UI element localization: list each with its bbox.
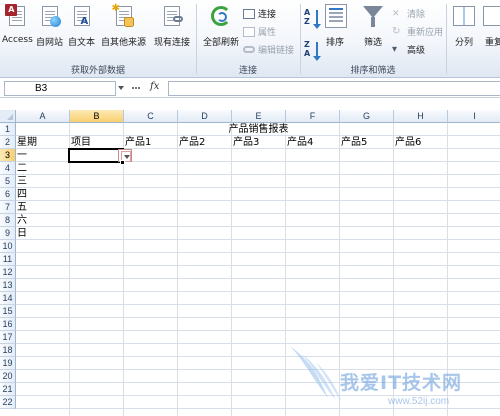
- name-box[interactable]: B3: [4, 81, 116, 96]
- report-title[interactable]: 产品销售报表: [16, 123, 500, 136]
- from-other-sources-button[interactable]: ✱ 自其他来源: [101, 3, 146, 48]
- row-header-17[interactable]: 17: [0, 331, 16, 344]
- reapply-icon: ↻: [392, 25, 401, 37]
- weekday-cell[interactable]: 五: [16, 201, 70, 214]
- row-header-14[interactable]: 14: [0, 292, 16, 305]
- row-header-11[interactable]: 11: [0, 253, 16, 266]
- refresh-icon: [209, 4, 233, 30]
- cell-area[interactable]: 产品销售报表 星期 项目 产品1 产品2 产品3 产品4 产品5 产品6 一二三四五六日: [16, 123, 500, 416]
- row-header-4[interactable]: 4: [0, 162, 16, 175]
- row-header-2[interactable]: 2: [0, 136, 16, 149]
- column-header-a[interactable]: A: [16, 110, 70, 123]
- properties-button[interactable]: 属性: [243, 25, 276, 38]
- column-header-h[interactable]: H: [394, 110, 448, 123]
- worksheet-grid: ABCDEFGHI 1 2 3 4 5 6 7 8 9 10 11 12 13 14 15 16 17 18 19 2…: [0, 110, 500, 416]
- column-header-g[interactable]: G: [340, 110, 394, 123]
- row-header-9[interactable]: 9: [0, 227, 16, 240]
- row-header-16[interactable]: 16: [0, 318, 16, 331]
- column-header-d[interactable]: D: [178, 110, 232, 123]
- group-separator: [446, 4, 447, 74]
- sort-az-icon: AZ: [302, 8, 322, 30]
- sort-za-icon: ZA: [302, 40, 322, 61]
- group-label-connections: 连接: [238, 66, 257, 76]
- sort-descending-button[interactable]: ZA: [302, 40, 322, 61]
- weekday-cell[interactable]: 二: [16, 162, 70, 175]
- refresh-all-button[interactable]: 全部刷新: [203, 4, 239, 48]
- active-cell-b3[interactable]: [68, 148, 124, 163]
- clear-filter-button[interactable]: ✕ 清除: [392, 7, 425, 21]
- filter-button[interactable]: 筛选: [361, 4, 385, 48]
- from-access-button[interactable]: A Access: [2, 4, 33, 45]
- sort-ascending-button[interactable]: AZ: [302, 8, 322, 30]
- row-header-15[interactable]: 15: [0, 305, 16, 318]
- row-header-10[interactable]: 10: [0, 240, 16, 253]
- column-header-i[interactable]: I: [448, 110, 500, 123]
- clear-filter-icon: ✕: [392, 8, 400, 19]
- group-label-get-external-data: 获取外部数据: [70, 66, 125, 76]
- name-box-dropdown-icon[interactable]: [118, 86, 124, 93]
- access-icon: A: [5, 4, 29, 30]
- column-header-e[interactable]: E: [232, 110, 286, 123]
- sort-icon: [323, 4, 347, 30]
- formula-bar-resize-handle[interactable]: [132, 87, 140, 89]
- column-header-b[interactable]: B: [70, 110, 124, 123]
- weekday-cell[interactable]: 一: [16, 149, 70, 162]
- text-file-icon: A: [70, 4, 94, 30]
- formula-input[interactable]: [168, 81, 500, 96]
- header-cell[interactable]: 星期: [16, 136, 70, 149]
- advanced-filter-icon: ▾: [392, 43, 398, 55]
- weekday-cell[interactable]: 日: [16, 227, 70, 240]
- weekday-cell[interactable]: 六: [16, 214, 70, 227]
- group-label-sort-filter: 排序和筛选: [350, 66, 396, 76]
- row-header-21[interactable]: 21: [0, 383, 16, 396]
- row-header-6[interactable]: 6: [0, 188, 16, 201]
- row-header-20[interactable]: 20: [0, 370, 16, 383]
- reapply-button[interactable]: ↻ 重新应用: [392, 25, 443, 38]
- row-header-18[interactable]: 18: [0, 344, 16, 357]
- advanced-filter-button[interactable]: ▾ 高级: [392, 43, 425, 56]
- text-to-columns-icon: [452, 4, 476, 30]
- header-cell[interactable]: 产品6: [394, 136, 448, 149]
- weekday-cell[interactable]: 四: [16, 188, 70, 201]
- formula-bar-gap: [0, 98, 500, 110]
- header-cell[interactable]: 产品4: [286, 136, 340, 149]
- text-to-columns-button[interactable]: 分列: [452, 4, 476, 48]
- weekday-cell[interactable]: 三: [16, 175, 70, 188]
- existing-connections-icon: [160, 4, 184, 30]
- row-header-5[interactable]: 5: [0, 175, 16, 188]
- formula-bar: B3 fx: [0, 78, 500, 98]
- row-header-13[interactable]: 13: [0, 279, 16, 292]
- ribbon: A Access 自网站 A 自文本 ✱ 自其他来源 现有连接 获取外部数据 全…: [0, 0, 500, 78]
- from-web-button[interactable]: 自网站: [36, 4, 63, 48]
- row-header-8[interactable]: 8: [0, 214, 16, 227]
- filter-icon: [361, 4, 385, 30]
- fill-handle[interactable]: [120, 160, 125, 165]
- row-header-1[interactable]: 1: [0, 123, 16, 136]
- remove-duplicates-icon: [482, 4, 500, 30]
- row-header-19[interactable]: 19: [0, 357, 16, 370]
- edit-links-button[interactable]: 编辑链接: [243, 43, 294, 56]
- header-cell[interactable]: 产品1: [124, 136, 178, 149]
- row-header-3[interactable]: 3: [0, 149, 16, 162]
- connections-icon: [243, 8, 255, 19]
- other-sources-icon: ✱: [112, 3, 136, 30]
- column-header-f[interactable]: F: [286, 110, 340, 123]
- column-header-c[interactable]: C: [124, 110, 178, 123]
- properties-icon: [243, 26, 255, 37]
- row-header-7[interactable]: 7: [0, 201, 16, 214]
- remove-duplicates-button[interactable]: 重复: [482, 4, 500, 48]
- header-cell[interactable]: 产品3: [232, 136, 286, 149]
- row-header-12[interactable]: 12: [0, 266, 16, 279]
- existing-connections-button[interactable]: 现有连接: [154, 4, 190, 48]
- insert-function-button[interactable]: fx: [150, 81, 159, 92]
- header-cell[interactable]: 产品2: [178, 136, 232, 149]
- row-header-22[interactable]: 22: [0, 396, 16, 409]
- from-text-button[interactable]: A 自文本: [68, 4, 95, 48]
- connections-button[interactable]: 连接: [243, 7, 276, 20]
- edit-links-icon: [243, 46, 255, 53]
- sort-button[interactable]: 排序: [323, 4, 347, 48]
- select-all-button[interactable]: [0, 110, 16, 123]
- header-cell[interactable]: 产品5: [340, 136, 394, 149]
- web-icon: [38, 4, 62, 30]
